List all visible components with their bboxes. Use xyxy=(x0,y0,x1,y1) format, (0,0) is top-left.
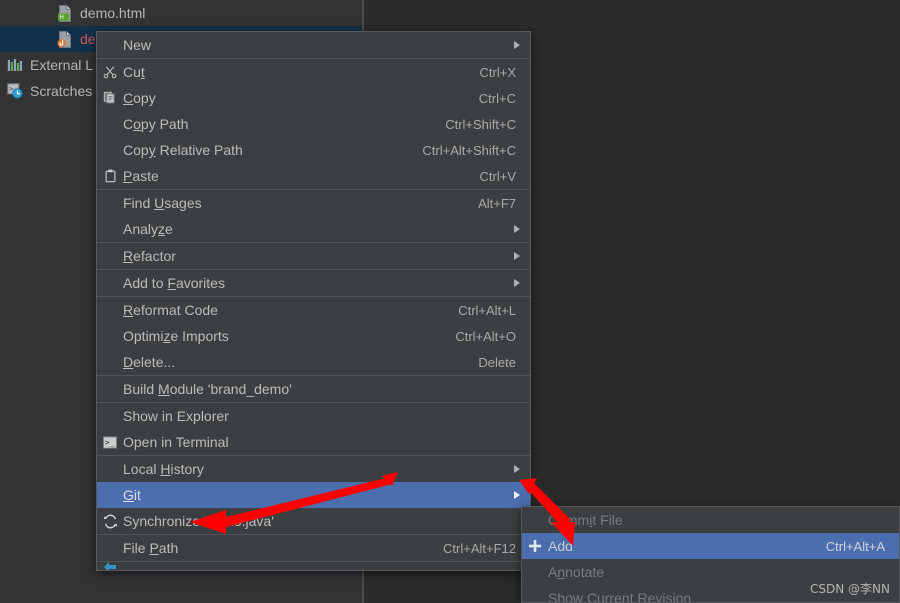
menu-item-copy[interactable]: Copy Ctrl+C xyxy=(97,85,530,111)
menu-item-label: Add xyxy=(548,538,573,554)
menu-item-shortcut: Ctrl+V xyxy=(479,168,516,184)
menu-item-label: Annotate xyxy=(548,564,605,580)
menu-item-shortcut: Ctrl+Alt+L xyxy=(458,302,516,318)
menu-item-label: Delete... xyxy=(123,354,176,370)
sync-icon xyxy=(97,514,123,529)
watermark: CSDN @李NN xyxy=(810,582,890,596)
external-libraries-icon xyxy=(6,56,24,74)
menu-item-label: Refactor xyxy=(123,248,176,264)
menu-item-shortcut: Delete xyxy=(478,354,516,370)
menu-item-optimize-imports[interactable]: Optimize Imports Ctrl+Alt+O xyxy=(97,323,530,349)
menu-item-label: Paste xyxy=(123,168,159,184)
chevron-right-icon xyxy=(514,225,530,233)
chevron-right-icon xyxy=(514,252,530,260)
menu-item-label: Git xyxy=(123,487,141,503)
git-menu-item-commit-file[interactable]: Commit File xyxy=(522,507,899,533)
menu-item-label: Synchronize 'demo.java' xyxy=(123,513,274,529)
menu-item-label: Add to Favorites xyxy=(123,275,225,291)
menu-item-delete[interactable]: Delete... Delete xyxy=(97,349,530,375)
menu-item-shortcut: Ctrl+Alt+F12 xyxy=(443,540,516,556)
menu-item-local-history[interactable]: Local History xyxy=(97,456,530,482)
menu-item-show-in-explorer[interactable]: Show in Explorer xyxy=(97,403,530,429)
menu-item-shortcut: Ctrl+C xyxy=(478,90,516,106)
tree-item-label: demo.html xyxy=(80,5,146,21)
menu-item-copy-relative-path[interactable]: Copy Relative Path Ctrl+Alt+Shift+C xyxy=(97,137,530,163)
menu-item-reformat-code[interactable]: Reformat Code Ctrl+Alt+L xyxy=(97,297,530,323)
menu-item-label: Open in Terminal xyxy=(123,434,229,450)
menu-item-label: Cut xyxy=(123,64,145,80)
menu-item-label: Analyze xyxy=(123,221,173,237)
svg-text:>_: >_ xyxy=(105,438,115,447)
git-menu-item-add[interactable]: Add Ctrl+Alt+A xyxy=(522,533,899,559)
menu-item-analyze[interactable]: Analyze xyxy=(97,216,530,242)
menu-item-label: Copy xyxy=(123,90,156,106)
menu-item-shortcut: Alt+F7 xyxy=(478,195,516,211)
tree-item-label: Scratches xyxy=(30,83,93,99)
git-menu-item-shortcut: Ctrl+Alt+A xyxy=(825,538,885,554)
menu-item-label: Build Module 'brand_demo' xyxy=(123,381,292,397)
chevron-right-icon xyxy=(514,41,530,49)
menu-item-git[interactable]: Git xyxy=(97,482,530,508)
terminal-icon: >_ xyxy=(97,436,123,449)
menu-item-refactor[interactable]: Refactor xyxy=(97,243,530,269)
tree-item-demo-html[interactable]: Hdemo.html xyxy=(0,0,362,26)
copy-icon xyxy=(97,91,123,105)
menu-item-shortcut: Ctrl+Alt+Shift+C xyxy=(422,142,516,158)
scratches-icon: > xyxy=(6,82,24,100)
menu-item-partial-clipped[interactable] xyxy=(97,562,530,570)
menu-item-label: Local History xyxy=(123,461,204,477)
ide-window: Hdemo.html demo.java External L > Scratc… xyxy=(0,0,900,603)
menu-item-add-to-favorites[interactable]: Add to Favorites xyxy=(97,270,530,296)
menu-item-label: File Path xyxy=(123,540,179,556)
file-context-menu[interactable]: New Cut Ctrl+X Copy Ctrl+C Copy Path Ctrl+Sh… xyxy=(96,31,531,571)
menu-item-label: Show in Explorer xyxy=(123,408,229,424)
blue-item-icon xyxy=(97,560,123,570)
menu-item-label: Copy Path xyxy=(123,116,189,132)
menu-item-paste[interactable]: Paste Ctrl+V xyxy=(97,163,530,189)
menu-item-label: Commit File xyxy=(548,512,623,528)
menu-item-build-module-brand-demo[interactable]: Build Module 'brand_demo' xyxy=(97,376,530,402)
menu-item-new[interactable]: New xyxy=(97,32,530,58)
menu-item-cut[interactable]: Cut Ctrl+X xyxy=(97,59,530,85)
chevron-right-icon xyxy=(514,279,530,287)
menu-item-synchronize-demojava[interactable]: Synchronize 'demo.java' xyxy=(97,508,530,534)
menu-item-find-usages[interactable]: Find Usages Alt+F7 xyxy=(97,190,530,216)
html-file-icon: H xyxy=(56,4,74,22)
menu-item-label: Optimize Imports xyxy=(123,328,229,344)
chevron-right-icon xyxy=(514,465,530,473)
svg-text:H: H xyxy=(59,14,64,21)
menu-item-label: Find Usages xyxy=(123,195,202,211)
tree-item-label: External L xyxy=(30,57,94,73)
menu-item-file-path[interactable]: File Path Ctrl+Alt+F12 xyxy=(97,535,530,561)
menu-item-open-in-terminal[interactable]: >_ Open in Terminal xyxy=(97,429,530,455)
menu-item-label: Reformat Code xyxy=(123,302,218,318)
menu-item-shortcut: Ctrl+X xyxy=(479,64,516,80)
menu-item-label: New xyxy=(123,37,152,53)
menu-item-label: Copy Relative Path xyxy=(123,142,243,158)
menu-item-copy-path[interactable]: Copy Path Ctrl+Shift+C xyxy=(97,111,530,137)
java-file-icon xyxy=(56,30,74,48)
clipboard-icon xyxy=(97,169,123,183)
menu-item-shortcut: Ctrl+Shift+C xyxy=(445,116,516,132)
plus-icon xyxy=(522,539,548,553)
scissors-icon xyxy=(97,65,123,79)
menu-item-shortcut: Ctrl+Alt+O xyxy=(455,328,516,344)
chevron-right-icon xyxy=(514,491,530,499)
